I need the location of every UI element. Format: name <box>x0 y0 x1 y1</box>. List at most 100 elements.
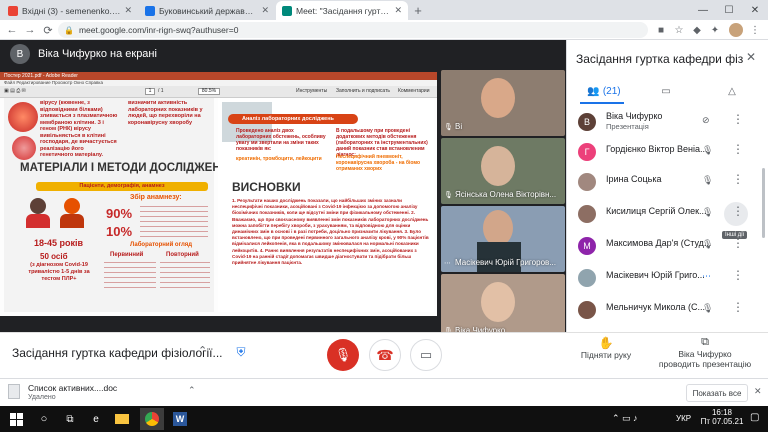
download-file-name[interactable]: Список активних....doc <box>28 383 117 393</box>
page-number-field: 1 <box>145 88 155 95</box>
system-tray-icons[interactable]: ⌃ ▭ ♪ <box>612 413 638 424</box>
task-view-icon[interactable]: ⧉ <box>58 408 82 430</box>
minimize-window-button[interactable]: — <box>690 0 716 20</box>
meeting-title[interactable]: Засідання гуртка кафедри фізіології... <box>12 346 223 360</box>
reload-icon[interactable]: ⟳ <box>40 22 56 38</box>
camera-permission-icon[interactable]: ■ <box>654 23 668 37</box>
show-all-downloads-button[interactable]: Показать все <box>686 384 748 402</box>
mic-off-icon[interactable]: 🎙 <box>702 239 713 250</box>
chrome-icon[interactable] <box>140 408 164 430</box>
more-options-icon[interactable]: ⋮ <box>732 172 744 186</box>
tab-people[interactable]: 👥 (21) <box>582 82 626 100</box>
more-options-icon[interactable]: ⋮ <box>732 236 744 250</box>
reader-tool-icons: ▣ ▤ ⎙ ✉ <box>4 88 26 94</box>
more-options-icon[interactable]: ⋮ <box>732 112 744 126</box>
browser-tab-gmail[interactable]: Вхідні (3) - semenenko.svitlana@ ✕ <box>2 1 138 20</box>
more-options-icon[interactable]: ⋮ <box>732 142 744 156</box>
participant-row[interactable]: Кисилиця Сергій Олек... 🎙 ⋮ <box>566 200 768 228</box>
close-tab-icon[interactable]: ✕ <box>261 5 269 16</box>
close-window-button[interactable]: ✕ <box>742 0 768 20</box>
forward-arrow-icon[interactable]: → <box>22 22 38 38</box>
tab-activities[interactable]: △ <box>712 82 752 100</box>
mic-off-icon: 🎙 <box>444 192 453 199</box>
avatar <box>578 269 596 287</box>
participant-face <box>481 282 515 322</box>
male-body-icon <box>26 214 50 228</box>
tab-chat[interactable]: ▭ <box>646 82 686 100</box>
mic-off-button[interactable]: 🎙 <box>327 339 359 371</box>
mic-off-icon: 🎙 <box>334 347 352 362</box>
participant-tile[interactable]: 🎙 Віка Чифурко <box>441 274 565 340</box>
presenting-button[interactable]: ⧉ Віка Чифурко проводить презентацію <box>650 336 760 369</box>
presenting-label-1: Віка Чифурко <box>678 349 732 359</box>
meet-icon <box>282 5 292 16</box>
mic-off-icon: 🎙 <box>444 124 453 131</box>
browser-tab-university[interactable]: Буковинський державний меди ✕ <box>139 1 275 20</box>
url-text: meet.google.com/inr-rign-swq?authuser=0 <box>78 25 239 35</box>
panel-scrollbar[interactable] <box>762 168 765 238</box>
clock-date: Пт 07.05.21 <box>700 417 744 426</box>
participant-row[interactable]: Ірина Соцька 🎙 ⋮ <box>566 168 768 196</box>
intro-text-2: визначити активність лабораторних показн… <box>128 100 203 126</box>
new-tab-button[interactable]: + <box>409 1 427 19</box>
participant-tile[interactable]: 🎙 Ві <box>441 70 565 136</box>
close-shelf-icon[interactable]: ✕ <box>754 386 762 397</box>
present-screen-icon: ⧉ <box>701 336 709 348</box>
profile-avatar[interactable] <box>729 23 743 37</box>
patient-count: 50 осіб <box>40 252 68 261</box>
close-panel-icon[interactable]: ✕ <box>746 50 756 64</box>
language-indicator[interactable]: УКР <box>676 414 691 423</box>
maximize-window-button[interactable]: ☐ <box>716 0 742 20</box>
mic-off-icon[interactable]: 🎙 <box>702 175 713 186</box>
browser-tab-strip: Вхідні (3) - semenenko.svitlana@ ✕ Буков… <box>0 0 768 20</box>
chevron-up-icon[interactable]: ⌃ <box>188 385 196 396</box>
mic-off-icon[interactable]: 🎙 <box>702 207 713 218</box>
participant-row[interactable]: Мельничук Микола (С... 🎙 ⋮ <box>566 296 768 324</box>
close-tab-icon[interactable]: ✕ <box>124 5 132 16</box>
participant-row[interactable]: В Віка Чифурко Презентація ⊘ ⋮ <box>566 108 768 136</box>
bookmark-star-icon[interactable]: ☆ <box>672 23 686 37</box>
more-options-icon[interactable]: ⋮ <box>732 204 744 218</box>
close-tab-icon[interactable]: ✕ <box>394 5 402 16</box>
windows-start-icon[interactable] <box>4 408 28 430</box>
address-bar[interactable]: 🔒 meet.google.com/inr-rign-swq?authuser=… <box>58 22 648 38</box>
clock[interactable]: 16:18 Пт 07.05.21 <box>700 408 744 426</box>
tile-name: Масікевич Юрій Григоров... <box>455 258 556 267</box>
shield-icon[interactable]: ⛨ <box>232 342 250 362</box>
file-explorer-icon[interactable] <box>110 408 134 430</box>
participant-row[interactable]: Г Гордієнко Віктор Веніа... 🎙 ⋮ <box>566 138 768 166</box>
avatar <box>578 173 596 191</box>
extensions-puzzle-icon[interactable]: ✦ <box>708 23 722 37</box>
more-options-icon[interactable]: ⋮ <box>732 268 744 282</box>
participant-tile[interactable]: 🎙 Ясінська Олена Вікторівн... <box>441 138 565 204</box>
hand-icon: ✋ <box>598 336 614 350</box>
repeat-text-lines <box>160 262 210 292</box>
virus-image <box>12 136 36 160</box>
search-icon[interactable]: ○ <box>32 408 56 430</box>
participant-tile[interactable]: ⋯ Масікевич Юрій Григоров... <box>441 206 565 272</box>
word-icon[interactable]: W <box>168 408 192 430</box>
participant-row[interactable]: Масікевич Юрій Григо... ⋯ ⋮ <box>566 264 768 292</box>
gmail-icon <box>8 5 18 16</box>
raise-hand-button[interactable]: ✋ Підняти руку <box>578 336 634 360</box>
chevron-up-icon[interactable]: ⌃ <box>198 344 207 357</box>
participant-status: Презентація <box>606 122 649 131</box>
mic-off-icon[interactable]: 🎙 <box>702 145 713 156</box>
more-options-icon[interactable]: ⋮ <box>732 300 744 314</box>
percent-90: 90% <box>106 206 133 221</box>
participant-row[interactable]: М Максимова Дар'я (Студ... 🎙 ⋮ <box>566 232 768 260</box>
avatar <box>578 301 596 319</box>
camera-button[interactable]: ▭ <box>410 339 442 371</box>
browser-menu-icon[interactable]: ⋮ <box>748 23 762 37</box>
browser-tab-meet[interactable]: Meet: "Засідання гуртка ка ✕ <box>276 1 408 20</box>
reader-title-bar: Постер 2021.pdf - Adobe Reader <box>0 72 437 80</box>
notifications-icon[interactable]: ▢ <box>750 412 759 423</box>
edge-icon[interactable]: e <box>84 408 108 430</box>
mic-off-icon[interactable]: 🎙 <box>702 303 713 314</box>
participant-face <box>483 210 513 246</box>
lock-icon: 🔒 <box>64 25 74 35</box>
people-count: (21) <box>602 85 621 97</box>
extension-icon[interactable]: ◆ <box>690 23 704 37</box>
leave-call-button[interactable]: ☎ <box>369 339 401 371</box>
back-arrow-icon[interactable]: ← <box>4 22 20 38</box>
